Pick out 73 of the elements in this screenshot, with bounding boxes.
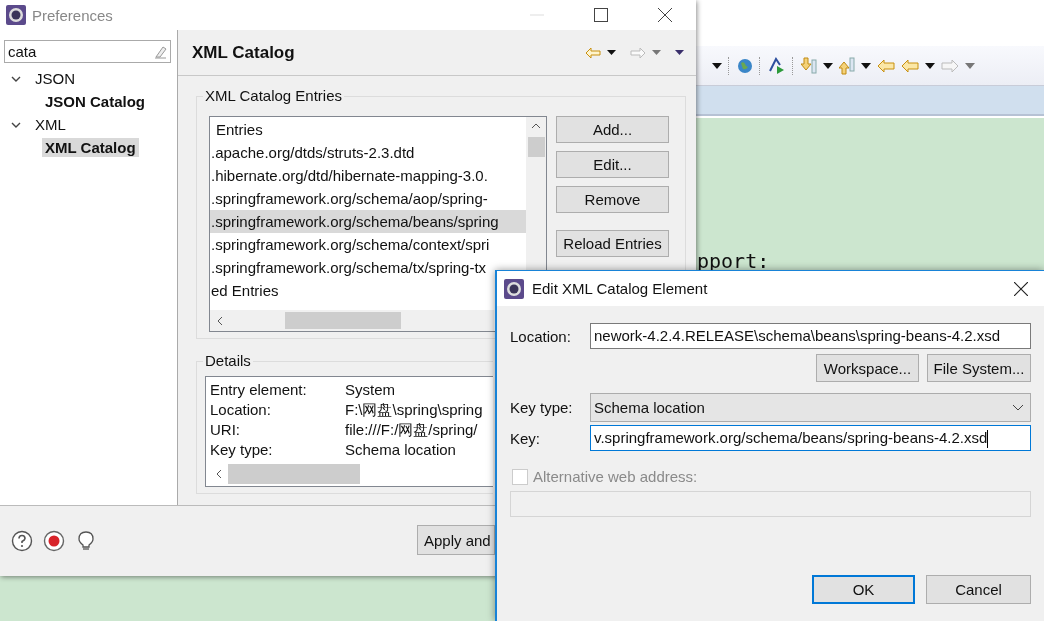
page-title: XML Catalog <box>192 42 295 63</box>
detail-value: Schema location <box>345 440 456 460</box>
scroll-up-icon[interactable] <box>531 123 541 129</box>
list-item[interactable]: Entries <box>210 118 526 141</box>
caret-icon[interactable] <box>607 50 616 55</box>
tree-item[interactable]: XML Catalog <box>42 138 139 157</box>
up-arrow-icon[interactable] <box>839 56 855 75</box>
group-title: XML Catalog Entries <box>203 87 344 104</box>
scroll-thumb[interactable] <box>527 137 545 157</box>
list-item[interactable]: .springframework.org/schema/aop/spring- <box>210 187 526 210</box>
down-arrow-icon[interactable] <box>801 56 817 75</box>
detail-value: System <box>345 380 395 400</box>
code-text: pport: <box>697 249 770 273</box>
caret-icon[interactable] <box>712 62 722 69</box>
back-arrow-icon[interactable] <box>901 58 919 73</box>
web-address-field[interactable] <box>510 491 1031 517</box>
scroll-thumb[interactable] <box>228 464 360 484</box>
scroll-left-icon[interactable] <box>216 469 222 479</box>
list-item[interactable]: .hibernate.org/dtd/hibernate-mapping-3.0. <box>210 164 526 187</box>
app-icon <box>6 5 26 25</box>
scroll-left-icon[interactable] <box>217 315 223 326</box>
action-button[interactable]: Reload Entries <box>556 230 669 257</box>
run-icon[interactable] <box>768 56 786 75</box>
detail-label: Entry element: <box>210 380 308 400</box>
workspace-button[interactable]: Workspace... <box>816 354 919 382</box>
scroll-thumb[interactable] <box>285 312 401 329</box>
list-item[interactable]: .apache.org/dtds/struts-2.3.dtd <box>210 141 526 164</box>
field-label: Key type: <box>510 399 574 416</box>
apply-button[interactable]: Apply and <box>417 525 495 555</box>
help-icon[interactable] <box>11 530 33 552</box>
app-icon <box>504 278 524 299</box>
detail-label: Location: <box>210 400 272 420</box>
window-title: Preferences <box>32 6 113 24</box>
tree-item[interactable]: JSON <box>32 69 78 88</box>
chevron-down-icon[interactable] <box>1012 404 1024 411</box>
ok-button[interactable]: OK <box>812 575 915 604</box>
cancel-button[interactable]: Cancel <box>926 575 1031 604</box>
action-button[interactable]: Remove <box>556 186 669 213</box>
dialog-title: Edit XML Catalog Element <box>532 280 708 297</box>
filter-field[interactable]: cata <box>4 40 171 63</box>
caret-icon[interactable] <box>823 62 833 69</box>
list-item[interactable]: .springframework.org/schema/tx/spring-tx <box>210 256 526 279</box>
detail-value: F:\网盘\spring\spring <box>345 400 483 420</box>
detail-label: Key type: <box>210 440 274 460</box>
close-icon[interactable] <box>658 8 672 22</box>
maximize-icon[interactable] <box>594 8 608 22</box>
key-type-dropdown[interactable]: Schema location <box>590 393 1031 422</box>
stop-icon[interactable] <box>43 530 65 552</box>
detail-label: URI: <box>210 420 241 440</box>
back-arrow-icon[interactable] <box>585 46 601 59</box>
action-button[interactable]: Edit... <box>556 151 669 178</box>
lightbulb-icon[interactable] <box>75 530 97 552</box>
caret-icon[interactable] <box>925 62 935 69</box>
tree-item[interactable]: JSON Catalog <box>42 92 149 111</box>
horizontal-scrollbar[interactable] <box>210 310 494 331</box>
close-icon[interactable] <box>1014 281 1028 296</box>
detail-value: file:///F:/网盘/spring/ <box>345 420 478 440</box>
field-label: Key: <box>510 429 541 447</box>
clear-icon[interactable] <box>153 44 167 59</box>
list-item[interactable]: .springframework.org/schema/context/spri <box>210 233 526 256</box>
key-field[interactable]: v.springframework.org/schema/beans/spring-beans-4.2.xsd <box>590 425 1031 451</box>
location-field[interactable]: nework-4.2.4.RELEASE\schema\beans\spring-beans-4.2.xsd <box>590 323 1031 349</box>
checkbox-label: Alternative web address: <box>533 468 698 485</box>
group-title: Details <box>203 352 253 369</box>
file-system-button[interactable]: File System... <box>927 354 1031 382</box>
globe-icon[interactable] <box>737 57 753 74</box>
action-button[interactable]: Add... <box>556 116 669 143</box>
caret-icon[interactable] <box>861 62 871 69</box>
list-item[interactable]: .springframework.org/schema/beans/spring <box>210 210 526 233</box>
tree-item[interactable]: XML <box>32 115 69 134</box>
menu-caret-icon[interactable] <box>675 50 684 55</box>
back-arrow-icon[interactable] <box>877 58 895 73</box>
field-label: Location: <box>510 327 572 345</box>
